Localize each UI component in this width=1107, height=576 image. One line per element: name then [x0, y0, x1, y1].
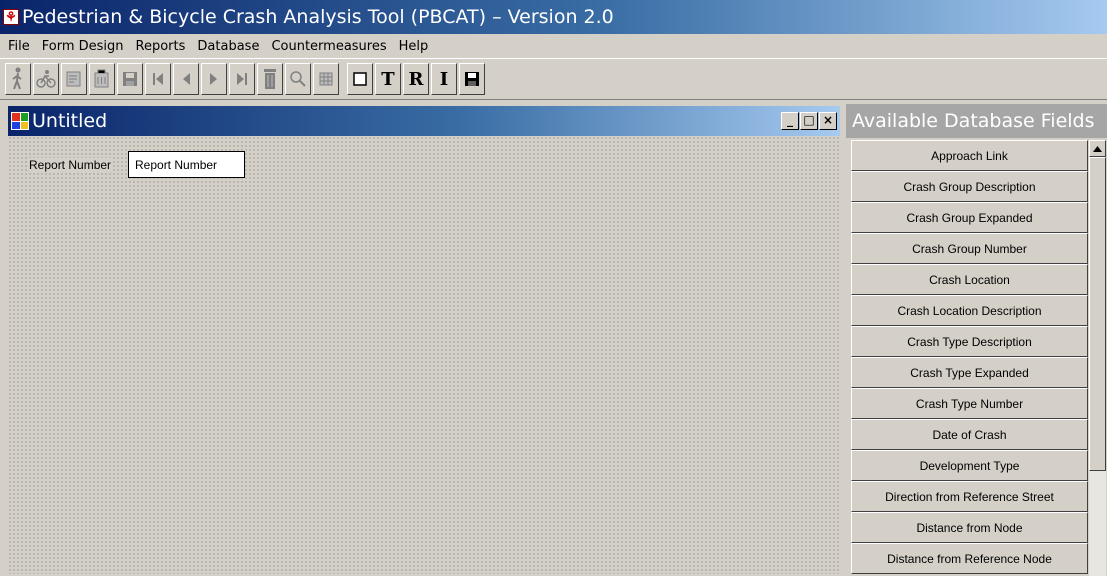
window-controls: _ □ × [781, 112, 837, 130]
form-design-canvas[interactable]: Report Number Report Number [8, 136, 840, 574]
trash-icon [264, 69, 276, 89]
scroll-up-button[interactable] [1089, 140, 1106, 157]
menu-form-design[interactable]: Form Design [36, 39, 130, 54]
menu-reports[interactable]: Reports [130, 39, 192, 54]
pedestrian-icon [12, 67, 22, 90]
pedestrian-button[interactable] [5, 63, 31, 95]
bicycle-icon [36, 70, 56, 88]
last-record-icon [237, 73, 247, 85]
toolbar: T R I [0, 58, 1107, 100]
scroll-up-arrow-icon [1093, 145, 1102, 152]
report-number-field[interactable]: Report Number [128, 151, 245, 178]
trash-button[interactable] [257, 63, 283, 95]
field-button-crash-type-description[interactable]: Crash Type Description [851, 326, 1088, 357]
close-button[interactable]: × [819, 112, 837, 130]
next-record-button[interactable] [201, 63, 227, 95]
rectangle-icon [353, 72, 367, 86]
record-delete-icon [94, 69, 109, 88]
add-box-button[interactable] [347, 63, 373, 95]
delete-record-button[interactable] [89, 63, 115, 95]
form-design-window: Untitled _ □ × Report Number Report Numb… [6, 104, 842, 576]
menu-database[interactable]: Database [191, 39, 265, 54]
panel-title: Available Database Fields [846, 104, 1107, 138]
floppy-disk-icon [465, 72, 479, 86]
next-arrow-icon [210, 73, 217, 85]
floppy-disk-icon [123, 72, 137, 86]
previous-record-button[interactable] [173, 63, 199, 95]
search-icon [290, 71, 306, 87]
save-form-button[interactable] [459, 63, 485, 95]
add-report-field-button[interactable]: R [403, 63, 429, 95]
database-field-list: Approach Link Crash Group Description Cr… [851, 140, 1088, 574]
previous-arrow-icon [183, 73, 190, 85]
pbcat-app-icon[interactable]: ⚘ [3, 9, 19, 25]
add-input-field-button[interactable]: I [431, 63, 457, 95]
form-window-title: Untitled [32, 110, 108, 132]
field-button-crash-type-expanded[interactable]: Crash Type Expanded [851, 357, 1088, 388]
field-button-distance-from-reference-node[interactable]: Distance from Reference Node [851, 543, 1088, 574]
save-record-button[interactable] [117, 63, 143, 95]
minimize-button[interactable]: _ [781, 112, 799, 130]
menu-file[interactable]: File [2, 39, 36, 54]
field-button-crash-group-number[interactable]: Crash Group Number [851, 233, 1088, 264]
menu-bar: File Form Design Reports Database Counte… [0, 34, 1107, 58]
properties-button[interactable] [61, 63, 87, 95]
grid-view-button[interactable] [313, 63, 339, 95]
first-record-icon [153, 73, 163, 85]
menu-help[interactable]: Help [393, 39, 435, 54]
app-title: Pedestrian & Bicycle Crash Analysis Tool… [22, 6, 614, 28]
field-button-distance-from-node[interactable]: Distance from Node [851, 512, 1088, 543]
search-button[interactable] [285, 63, 311, 95]
app-title-bar: ⚘ Pedestrian & Bicycle Crash Analysis To… [0, 0, 1107, 34]
field-button-date-of-crash[interactable]: Date of Crash [851, 419, 1088, 450]
last-record-button[interactable] [229, 63, 255, 95]
menu-countermeasures[interactable]: Countermeasures [265, 39, 392, 54]
grid-table-icon [319, 72, 333, 86]
fields-scrollbar[interactable] [1089, 140, 1106, 576]
field-button-crash-location-description[interactable]: Crash Location Description [851, 295, 1088, 326]
field-button-direction-from-reference-street[interactable]: Direction from Reference Street [851, 481, 1088, 512]
scroll-thumb[interactable] [1089, 157, 1106, 471]
field-button-development-type[interactable]: Development Type [851, 450, 1088, 481]
form-window-title-bar: Untitled _ □ × [8, 106, 840, 136]
database-fields-panel: Available Database Fields Approach Link … [846, 104, 1107, 576]
form-window-icon[interactable] [11, 112, 29, 130]
add-text-button[interactable]: T [375, 63, 401, 95]
properties-icon [66, 71, 81, 87]
first-record-button[interactable] [145, 63, 171, 95]
field-button-crash-location[interactable]: Crash Location [851, 264, 1088, 295]
field-button-approach-link[interactable]: Approach Link [851, 140, 1088, 171]
report-number-label[interactable]: Report Number [28, 158, 113, 172]
field-button-crash-type-number[interactable]: Crash Type Number [851, 388, 1088, 419]
maximize-button[interactable]: □ [800, 112, 818, 130]
field-button-crash-group-expanded[interactable]: Crash Group Expanded [851, 202, 1088, 233]
bicycle-button[interactable] [33, 63, 59, 95]
field-button-crash-group-description[interactable]: Crash Group Description [851, 171, 1088, 202]
